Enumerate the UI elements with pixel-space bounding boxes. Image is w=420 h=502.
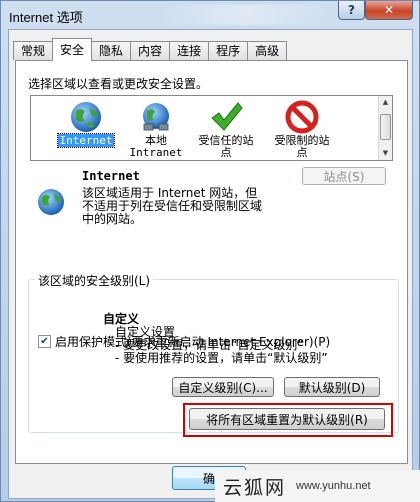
reset-all-zones-button[interactable]: 将所有区域重置为默认级别(R) — [189, 408, 385, 430]
scroll-up-arrow-icon[interactable]: ▲ — [379, 96, 392, 109]
tab-programs[interactable]: 程序 — [208, 41, 249, 60]
tab-privacy[interactable]: 隐私 — [91, 41, 132, 60]
globe-icon — [36, 187, 66, 217]
custom-level-button[interactable]: 自定义级别(C)... — [172, 377, 274, 397]
window-title: Internet 选项 — [9, 10, 83, 25]
scroll-thumb[interactable] — [380, 114, 391, 140]
tab-advanced[interactable]: 高级 — [247, 41, 288, 60]
zone-restricted-sites-label: 受限制的站 点 — [267, 135, 337, 159]
tab-strip: 常规 安全 隐私 内容 连接 程序 高级 — [13, 38, 288, 61]
security-level-description-line3: - 要使用推荐的设置，请单击“默认级别” — [115, 351, 328, 365]
zone-trusted-sites[interactable]: 受信任的站 点 — [191, 100, 261, 159]
tab-content[interactable]: 内容 — [130, 41, 171, 60]
watermark-text: 云狐网 — [223, 476, 287, 499]
zone-internet[interactable]: Internet — [51, 100, 121, 148]
help-button[interactable]: ? — [338, 1, 365, 20]
protected-mode-label: 启用保护模式(要求重新启动 Internet Explorer)(P) — [55, 335, 331, 349]
title-bar[interactable]: Internet 选项 ? ✕ — [1, 1, 419, 29]
title-bar-glare — [161, 5, 331, 25]
zone-list: Internet 本地 Intranet 受信任的站 点 受限制的站 点 ▲ ▼ — [30, 95, 393, 161]
security-tab-panel: 选择区域以查看或更改安全设置。 Internet 本地 Intranet 受信任… — [15, 60, 408, 464]
scroll-down-arrow-icon[interactable]: ▼ — [379, 147, 392, 160]
zone-description-line3: 中的网站。 — [82, 212, 143, 226]
globe-icon — [68, 100, 104, 134]
zone-description: 该区域适用于 Internet 网站，但 不适用于列在受信任和受限制区域 中的网… — [82, 187, 282, 226]
zone-name: Internet — [82, 169, 140, 183]
intranet-globe-icon — [138, 100, 174, 134]
zone-local-intranet[interactable]: 本地 Intranet — [121, 100, 191, 159]
zone-restricted-sites-label-line2: 点 — [296, 146, 308, 159]
close-button[interactable]: ✕ — [365, 1, 413, 20]
security-level-group-title: 该区域的安全级别(L) — [35, 272, 154, 289]
zone-detail: Internet 该区域适用于 Internet 网站，但 不适用于列在受信任和… — [30, 167, 395, 229]
zone-restricted-sites[interactable]: 受限制的站 点 — [267, 100, 337, 159]
watermark: 云狐网 www.yunhu.net — [215, 470, 420, 502]
zone-local-intranet-label-line2: Intranet — [129, 146, 183, 159]
protected-mode-checkbox[interactable]: ✔ — [38, 335, 51, 348]
restricted-icon — [284, 100, 320, 134]
zone-local-intranet-label: 本地 Intranet — [121, 135, 191, 159]
zone-internet-label: Internet — [56, 133, 116, 148]
zone-trusted-sites-label-line2: 点 — [220, 146, 232, 159]
zone-trusted-sites-label: 受信任的站 点 — [191, 135, 261, 159]
tab-connections[interactable]: 连接 — [169, 41, 210, 60]
protected-mode-option[interactable]: ✔ 启用保护模式(要求重新启动 Internet Explorer)(P) — [38, 333, 330, 350]
watermark-url: www.yunhu.net — [296, 480, 371, 492]
default-level-button[interactable]: 默认级别(D) — [284, 377, 380, 397]
sites-button[interactable]: 站点(S) — [302, 167, 386, 185]
tab-general[interactable]: 常规 — [13, 41, 54, 60]
tab-security[interactable]: 安全 — [52, 38, 93, 61]
check-icon — [208, 100, 244, 134]
zone-select-instructions: 选择区域以查看或更改安全设置。 — [28, 77, 209, 91]
zone-list-scrollbar[interactable]: ▲ ▼ — [378, 96, 392, 160]
